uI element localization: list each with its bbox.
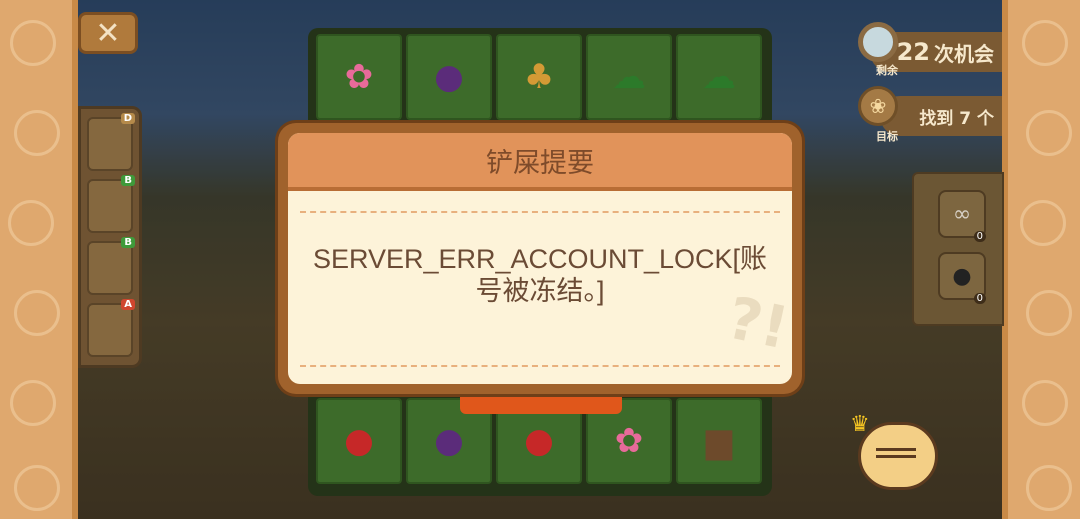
apple-icon: ● — [344, 421, 374, 461]
dialog-body: 铲屎提要 SERVER_ERR_ACCOUNT_LOCK[账号被冻结。] ?! — [288, 133, 792, 384]
question-exclamation-icon: ?! — [721, 283, 792, 363]
tool-glasses[interactable]: ∞ 0 — [938, 190, 986, 242]
tool-panel: ∞ 0 ● 0 — [912, 172, 1004, 326]
balloon-icon: ● — [434, 57, 464, 97]
glasses-icon: ∞ — [952, 201, 972, 227]
fish-pattern-icon — [10, 20, 56, 66]
fish-pattern-icon — [1026, 290, 1072, 336]
dashed-divider — [300, 365, 780, 367]
fish-pattern-icon — [10, 380, 56, 426]
bush-icon: ☁ — [612, 57, 646, 97]
target-text: 找到 7 个 — [919, 108, 994, 129]
fish-pattern-icon — [14, 290, 60, 336]
dialog-title: 铲屎提要 — [288, 133, 792, 191]
fish-pattern-icon — [14, 110, 60, 156]
balloon-icon: ● — [434, 421, 464, 461]
fish-pattern-icon — [1026, 110, 1072, 156]
fish-pattern-icon — [1022, 20, 1068, 66]
grade-badge: B — [121, 175, 135, 186]
target-goal: 找到 7 个 — [880, 96, 1002, 136]
tile-flower-bush[interactable]: ✿ — [316, 34, 402, 120]
dashed-divider — [300, 211, 780, 213]
inventory-slot-meat[interactable]: B — [87, 237, 135, 295]
bomb-icon: ● — [952, 263, 972, 289]
grade-badge: A — [121, 299, 135, 310]
stump-icon: ▆ — [705, 421, 733, 461]
flower-bush-icon: ✿ — [614, 421, 644, 461]
error-dialog: 铲屎提要 SERVER_ERR_ACCOUNT_LOCK[账号被冻结。] ?! — [278, 123, 802, 394]
fish-pattern-icon — [14, 465, 60, 511]
action-button[interactable] — [460, 394, 622, 414]
tool-count: 0 — [973, 231, 986, 242]
tile-bush[interactable]: ☁ — [676, 34, 762, 120]
fish-pattern-icon — [8, 200, 54, 246]
dialog-message: SERVER_ERR_ACCOUNT_LOCK[账号被冻结。] — [312, 244, 768, 306]
paw-icon: ❀ — [858, 86, 898, 126]
tile-bush[interactable]: ☁ — [586, 34, 672, 120]
fish-pattern-icon — [1026, 465, 1072, 511]
remaining-count: 22 — [896, 38, 930, 66]
fish-pattern-icon — [1020, 200, 1066, 246]
left-border — [0, 0, 78, 519]
close-icon: ✕ — [95, 15, 121, 51]
remaining-unit: 次机会 — [934, 41, 994, 66]
cat-mascot[interactable]: ♛ — [850, 412, 940, 492]
right-border — [1002, 0, 1080, 519]
grade-badge: D — [120, 113, 135, 124]
cat-eyes — [876, 448, 916, 458]
tile-apple[interactable]: ● — [316, 398, 402, 484]
remaining-label: 剩余 — [876, 64, 898, 77]
mushroom-icon: ♣ — [523, 57, 555, 97]
flower-bush-icon: ✿ — [344, 57, 374, 97]
tile-stump[interactable]: ▆ — [676, 398, 762, 484]
close-button[interactable]: ✕ — [78, 12, 138, 54]
inventory-panel: D B B A — [78, 106, 142, 368]
inventory-slot-banana[interactable]: D — [87, 113, 135, 171]
tool-bomb[interactable]: ● 0 — [938, 252, 986, 304]
grade-badge: B — [121, 237, 135, 248]
fish-pattern-icon — [1022, 380, 1068, 426]
tool-count: 0 — [973, 293, 986, 304]
crown-icon: ♛ — [850, 412, 870, 437]
inventory-slot-bread[interactable]: A — [87, 299, 135, 357]
apple-icon: ● — [524, 421, 554, 461]
target-label: 目标 — [876, 130, 898, 143]
tile-balloon[interactable]: ● — [406, 34, 492, 120]
bush-icon: ☁ — [702, 57, 736, 97]
magnifier-icon — [858, 22, 898, 62]
inventory-slot-mushroom[interactable]: B — [87, 175, 135, 233]
tile-mushroom[interactable]: ♣ — [496, 34, 582, 120]
